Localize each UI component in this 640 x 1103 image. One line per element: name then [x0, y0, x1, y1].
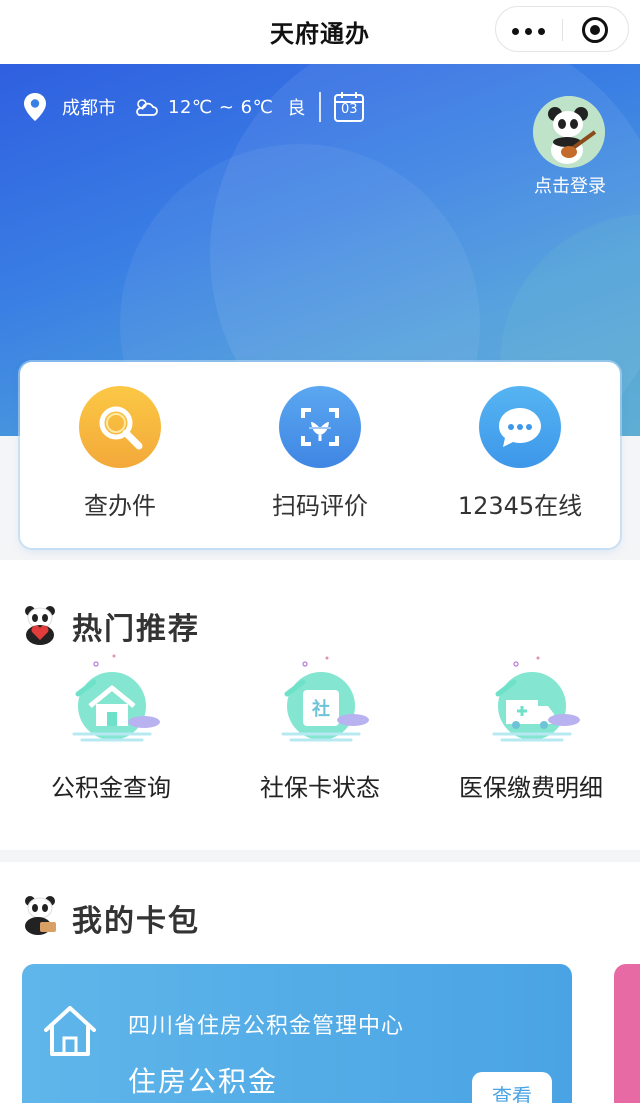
quick-actions-card: 查办件 扫码评价 12345在线 — [20, 362, 620, 548]
panda-avatar-icon — [533, 96, 605, 168]
panda-wallet-icon — [25, 896, 56, 935]
quick-action-label: 扫码评价 — [272, 492, 368, 520]
avatar[interactable] — [533, 96, 605, 168]
chat-bubble-icon — [479, 386, 561, 468]
panda-heart-icon — [25, 606, 55, 645]
partly-cloudy-icon — [136, 99, 158, 116]
temperature-range: 12℃ ~ 6℃ — [168, 96, 274, 118]
next-card-peek[interactable] — [614, 964, 640, 1103]
close-miniprogram-icon[interactable] — [582, 17, 608, 43]
view-card-button[interactable]: 查看 — [472, 1072, 552, 1103]
mini-program-capsule — [495, 6, 629, 52]
ambulance-icon — [476, 650, 586, 760]
top-navbar: 天府通办 — [0, 0, 640, 64]
hot-item-label: 社保卡状态 — [260, 774, 380, 802]
calendar-icon[interactable]: 03 — [333, 91, 365, 123]
hot-item-medical-insurance[interactable]: 医保缴费明细 — [424, 650, 638, 803]
more-menu-icon[interactable] — [512, 28, 546, 35]
quick-action-label: 查办件 — [84, 492, 156, 520]
card-badge-text: 社 — [312, 698, 330, 720]
hot-recommend-section: 热门推荐 公积金查询 社 社保卡状态 医保缴费明细 — [0, 560, 640, 850]
info-divider — [319, 92, 322, 122]
calendar-day: 03 — [341, 102, 358, 117]
hot-item-housing-fund[interactable]: 公积金查询 — [4, 650, 218, 803]
section-title: 我的卡包 — [72, 904, 200, 939]
login-link[interactable]: 点击登录 — [520, 172, 620, 198]
social-security-card-icon: 社 — [265, 650, 375, 760]
city-name[interactable]: 成都市 — [62, 94, 116, 120]
quick-action-scan-rate[interactable]: 扫码评价 — [220, 386, 420, 521]
section-title: 热门推荐 — [72, 612, 200, 647]
hot-item-label: 医保缴费明细 — [459, 774, 603, 802]
capsule-divider — [562, 19, 563, 41]
location-weather-bar: 成都市 12℃ ~ 6℃ 良 03 — [22, 90, 365, 124]
search-icon — [79, 386, 161, 468]
hot-item-social-security-card[interactable]: 社 社保卡状态 — [213, 650, 427, 803]
quick-action-check-case[interactable]: 查办件 — [20, 386, 220, 521]
quick-action-12345-online[interactable]: 12345在线 — [420, 386, 620, 521]
air-quality: 良 — [287, 98, 306, 119]
hot-item-label: 公积金查询 — [51, 774, 171, 802]
house-icon — [56, 650, 166, 760]
house-outline-icon — [44, 1006, 96, 1056]
scan-icon — [279, 386, 361, 468]
card-name: 住房公积金 — [128, 1065, 279, 1098]
card-org-name: 四川省住房公积金管理中心 — [128, 1014, 405, 1039]
location-pin-icon[interactable] — [22, 92, 48, 122]
quick-action-label: 12345在线 — [457, 492, 583, 520]
